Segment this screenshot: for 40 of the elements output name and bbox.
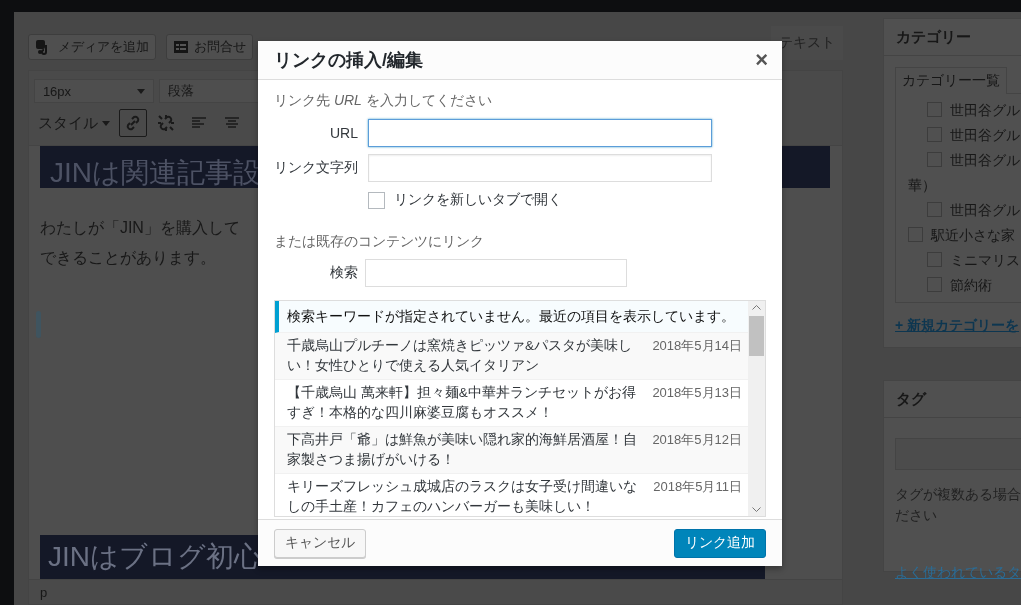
field-label: リンク文字列 (274, 159, 358, 177)
panel-title: タグ (896, 389, 926, 409)
add-link-button[interactable]: リンク追加 (674, 528, 766, 558)
category-label[interactable]: ミニマリス (950, 248, 1020, 273)
chevron-up-icon[interactable] (752, 305, 761, 310)
caret-icon (136, 88, 145, 94)
result-date: 2018年5月11日 (653, 478, 742, 496)
panel-title: カテゴリー (896, 27, 971, 47)
result-date: 2018年5月14日 (652, 337, 742, 355)
form-icon (172, 40, 189, 54)
checkbox-label[interactable]: リンクを新しいタブで開く (394, 191, 562, 209)
field-label: URL (329, 125, 358, 141)
scrollbar[interactable] (748, 301, 765, 516)
caret-icon (101, 120, 110, 126)
category-label[interactable]: 節約術 (950, 273, 992, 298)
add-category-link[interactable]: + 新規カテゴリーを (895, 317, 1020, 335)
input-field[interactable] (368, 119, 712, 147)
result-title: 【千歳烏山 萬来軒】担々麺&中華丼ランチセットがお得すぎ！本格的な四川麻婆豆腐もオススメ！ (287, 384, 637, 422)
result-title: 千歳烏山プルチーノは窯焼きピッツァ&パスタが美味しい！女性ひとりで使える人気イタリアン (287, 337, 633, 375)
field-label: 検索 (329, 264, 358, 282)
link-button[interactable] (118, 109, 147, 137)
chevron-down-icon[interactable] (752, 507, 761, 512)
popular-tags-link[interactable]: よく使われているタ (895, 564, 1021, 582)
result-title: キリーズフレッシュ成城店のラスクは女子受け間違いなしの手土産！カフェのハンバーガーも美味しい！ (287, 478, 638, 516)
checkbox[interactable] (368, 191, 385, 209)
notice-message: 検索キーワードが指定されていません。最近の項目を表示しています。 (275, 301, 748, 333)
section-label: または既存のコンテンツにリンク (274, 233, 485, 251)
dialog-title: リンクの挿入/編集 (274, 49, 423, 72)
result-date: 2018年5月13日 (652, 384, 742, 402)
unlink-icon (156, 114, 175, 132)
result-item[interactable]: 千歳烏山プルチーノは窯焼きピッツァ&パスタが美味しい！女性ひとりで使える人気イタリアン 2018年5月14日 (275, 333, 748, 380)
align-center-icon (223, 116, 240, 130)
cancel-button[interactable]: キャンセル (274, 528, 366, 558)
scroll-thumb[interactable] (749, 316, 764, 356)
align-left-icon (190, 116, 207, 130)
result-date: 2018年5月12日 (652, 431, 742, 449)
search-field[interactable] (365, 259, 627, 287)
result-item[interactable]: 下高井戸「爺」は鮮魚が美味い隠れ家的海鮮居酒屋！自家製さつま揚げがいける！ 2018年5月12日 (275, 427, 748, 474)
result-title: 下高井戸「爺」は鮮魚が美味い隠れ家的海鮮居酒屋！自家製さつま揚げがいける！ (287, 431, 638, 469)
close-button[interactable]: × (751, 49, 772, 71)
